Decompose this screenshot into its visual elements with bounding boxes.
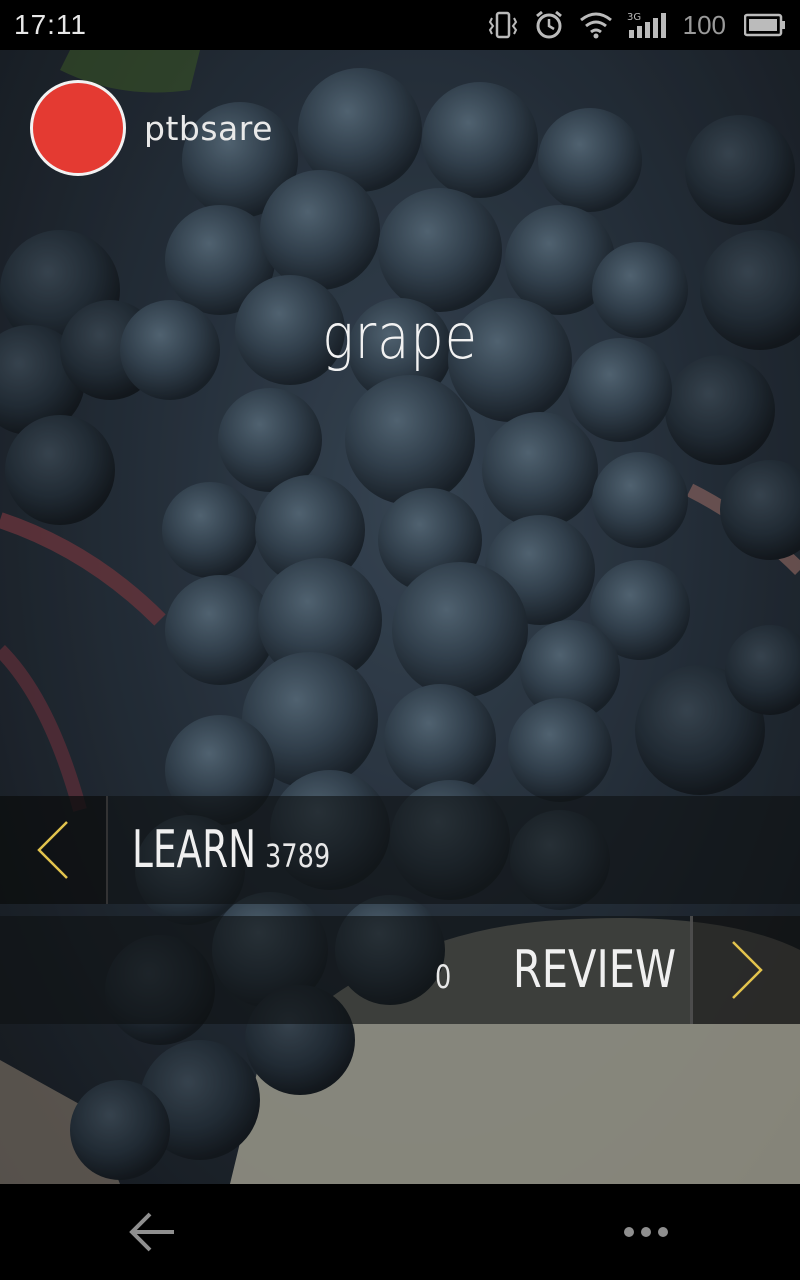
learn-label[interactable]: LEARN (132, 820, 256, 880)
learn-previous-button[interactable] (0, 796, 108, 904)
vibrate-icon (487, 10, 519, 40)
battery-level: 100 (682, 9, 726, 40)
status-icons: 3G 100 (487, 9, 786, 41)
signal-icon: 3G (627, 10, 669, 40)
review-count: 0 (435, 958, 452, 996)
battery-icon (744, 13, 786, 37)
user-header[interactable]: ptbsare (30, 80, 273, 176)
navigation-bar (0, 1184, 800, 1280)
username[interactable]: ptbsare (144, 109, 273, 148)
alarm-icon (533, 9, 565, 41)
avatar[interactable] (30, 80, 126, 176)
review-bar[interactable]: 0 REVIEW (0, 916, 800, 1024)
wifi-icon (579, 11, 613, 39)
review-label[interactable]: REVIEW (513, 940, 676, 1000)
word-title: grape (322, 300, 478, 373)
review-next-button[interactable] (690, 916, 800, 1024)
status-time: 17:11 (14, 9, 87, 40)
learn-bar[interactable]: LEARN 3789 (0, 796, 800, 904)
back-arrow-icon[interactable] (128, 1210, 176, 1254)
chevron-right-icon (731, 941, 763, 999)
more-dots-icon[interactable] (622, 1222, 670, 1242)
status-bar: 17:11 3G 100 (0, 0, 800, 50)
svg-text:3G: 3G (627, 12, 641, 23)
learn-count: 3789 (265, 837, 331, 875)
chevron-left-icon (37, 821, 68, 879)
